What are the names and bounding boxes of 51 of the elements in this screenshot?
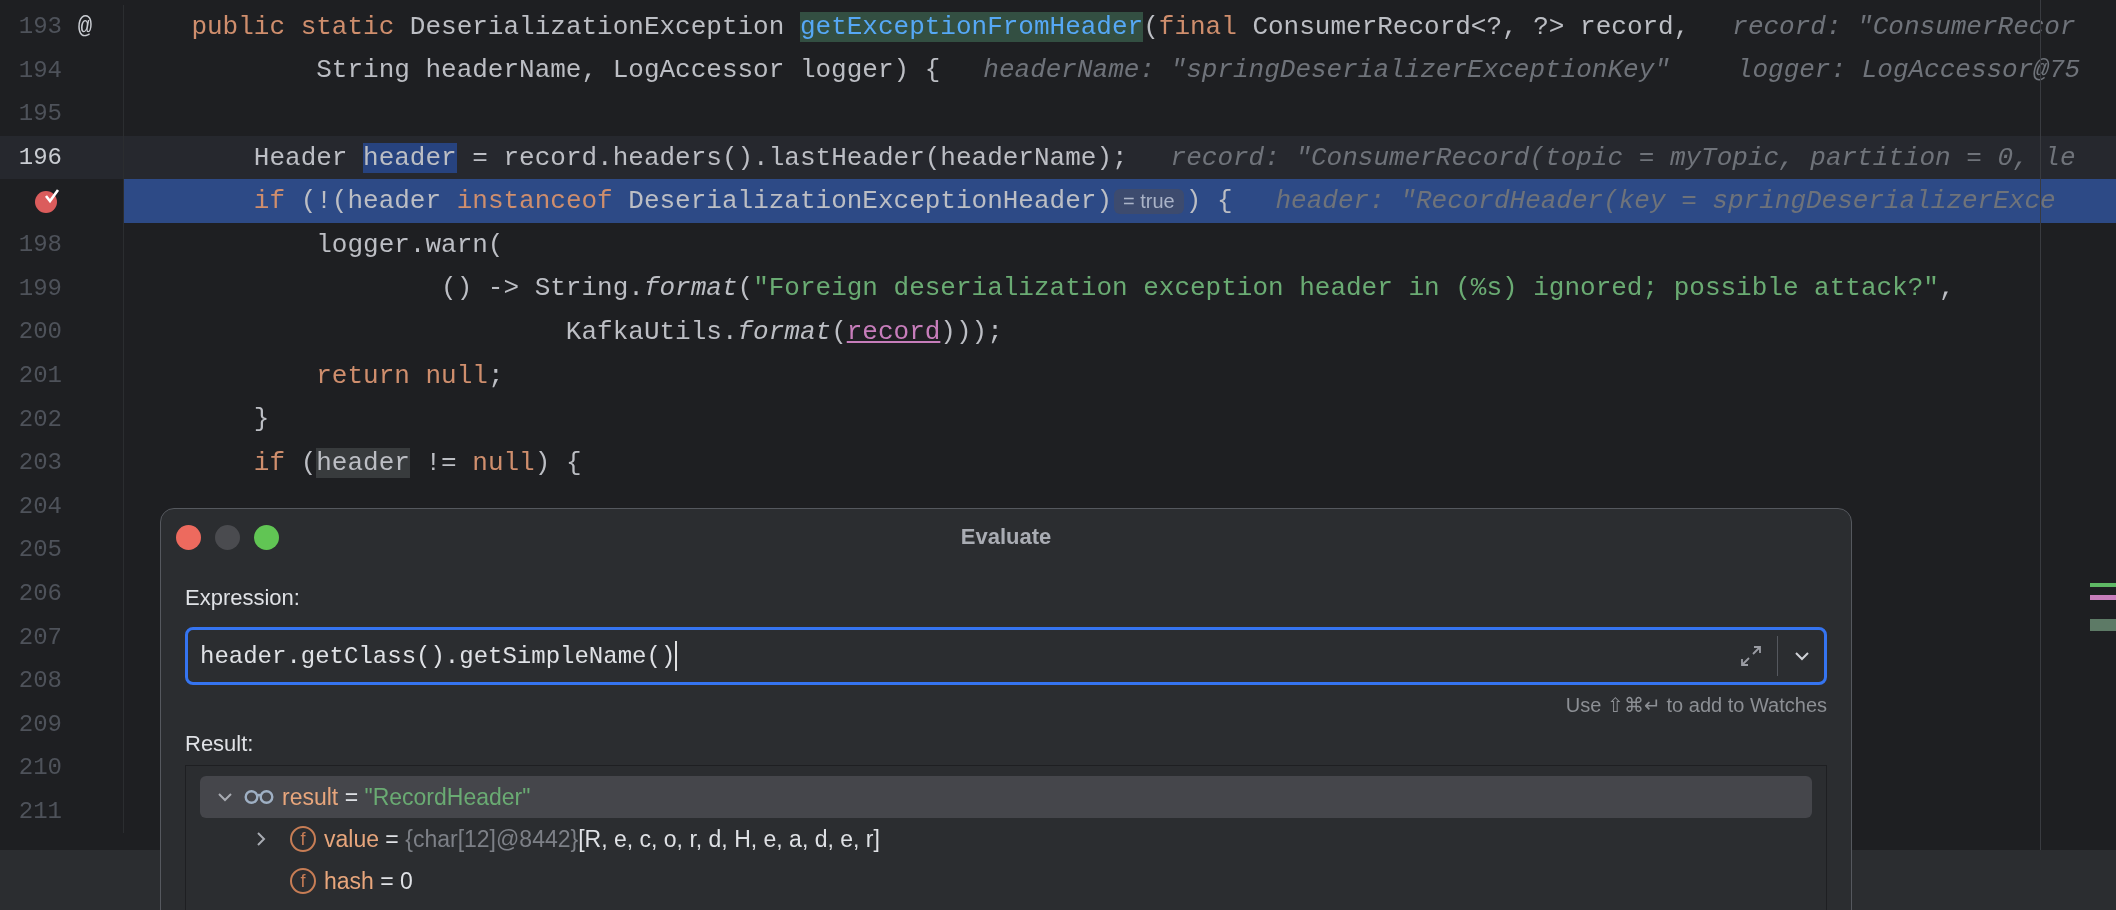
close-button[interactable] [176,525,201,550]
inline-value-hint: record: "ConsumerRecor [1732,11,2076,42]
dialog-title: Evaluate [960,524,1052,550]
glasses-icon [244,789,274,805]
code-text: String headerName, LogAccessor logger) { [315,55,941,86]
field-icon: f [290,868,316,894]
code-text: Header header = record.headers().lastHeader(headerName); [252,142,1128,173]
line-number: 193 [18,13,62,41]
line-number: 210 [18,754,62,782]
code-text: ) { [1185,186,1233,217]
line-number: 209 [18,710,62,738]
line-number: 204 [18,492,62,520]
line-number: 198 [18,231,62,259]
code-text: if (header != null) { [252,447,582,478]
zoom-button[interactable] [254,525,279,550]
expression-label: Expression: [185,585,301,611]
result-label: Result: [185,731,255,757]
tree-node-text: value = {char[12]@8442}[R, e, c, o, r, d, H, e, a, d, e, r] [324,825,880,853]
gutter-marker[interactable]: @ [77,13,93,41]
breakpoint-icon[interactable] [34,188,60,215]
line-number: 208 [18,667,62,695]
line-number: 200 [18,318,62,346]
code-text: if (!(header instanceof DeserializationExceptionHeader) [252,186,1112,217]
line-number: 211 [18,798,62,825]
code-text: public static DeserializationException getExceptionFromHeader(final ConsumerRecord<?, ?> record, [190,11,1690,42]
line-number: 194 [18,56,62,84]
line-number: 205 [18,536,62,564]
inline-value-hint: record: "ConsumerRecord(topic = myTopic, partition = 0, le [1170,142,2076,173]
line-number: 199 [18,274,62,302]
expression-field[interactable]: header.getClass().getSimpleName() [185,627,1827,685]
expand-icon[interactable] [1739,644,1763,668]
code-text: logger.warn( [315,229,504,260]
line-number: 207 [18,623,62,651]
field-icon: f [290,826,316,852]
inline-value-badge: = true [1114,188,1184,214]
line-number: 195 [18,100,62,128]
line-number: 206 [18,580,62,607]
watches-hint: Use ⇧⌘↵ to add to Watches [1564,693,1827,717]
code-text: () -> String.format("Foreign deserialization exception header in (%s) ignored; possible attack?", [440,273,1955,304]
tree-node-text: result = "RecordHeader" [282,783,531,811]
tree-node-text: hash = 0 [324,867,413,895]
code-text: } [252,404,270,435]
line-number: 201 [18,362,62,390]
selected-tree-row[interactable]: result = "RecordHeader" [200,776,1812,818]
inline-value-hint: logger: LogAccessor@75 [1736,55,2081,86]
line-number: 196 [18,144,62,172]
inline-value-hint: headerName: "springDeserializerExceptionKey" [983,55,1670,86]
code-text: return null; [315,360,504,391]
line-number: 202 [18,405,62,433]
line-number: 203 [18,449,62,477]
code-text: KafkaUtils.format(record))); [564,316,1003,347]
